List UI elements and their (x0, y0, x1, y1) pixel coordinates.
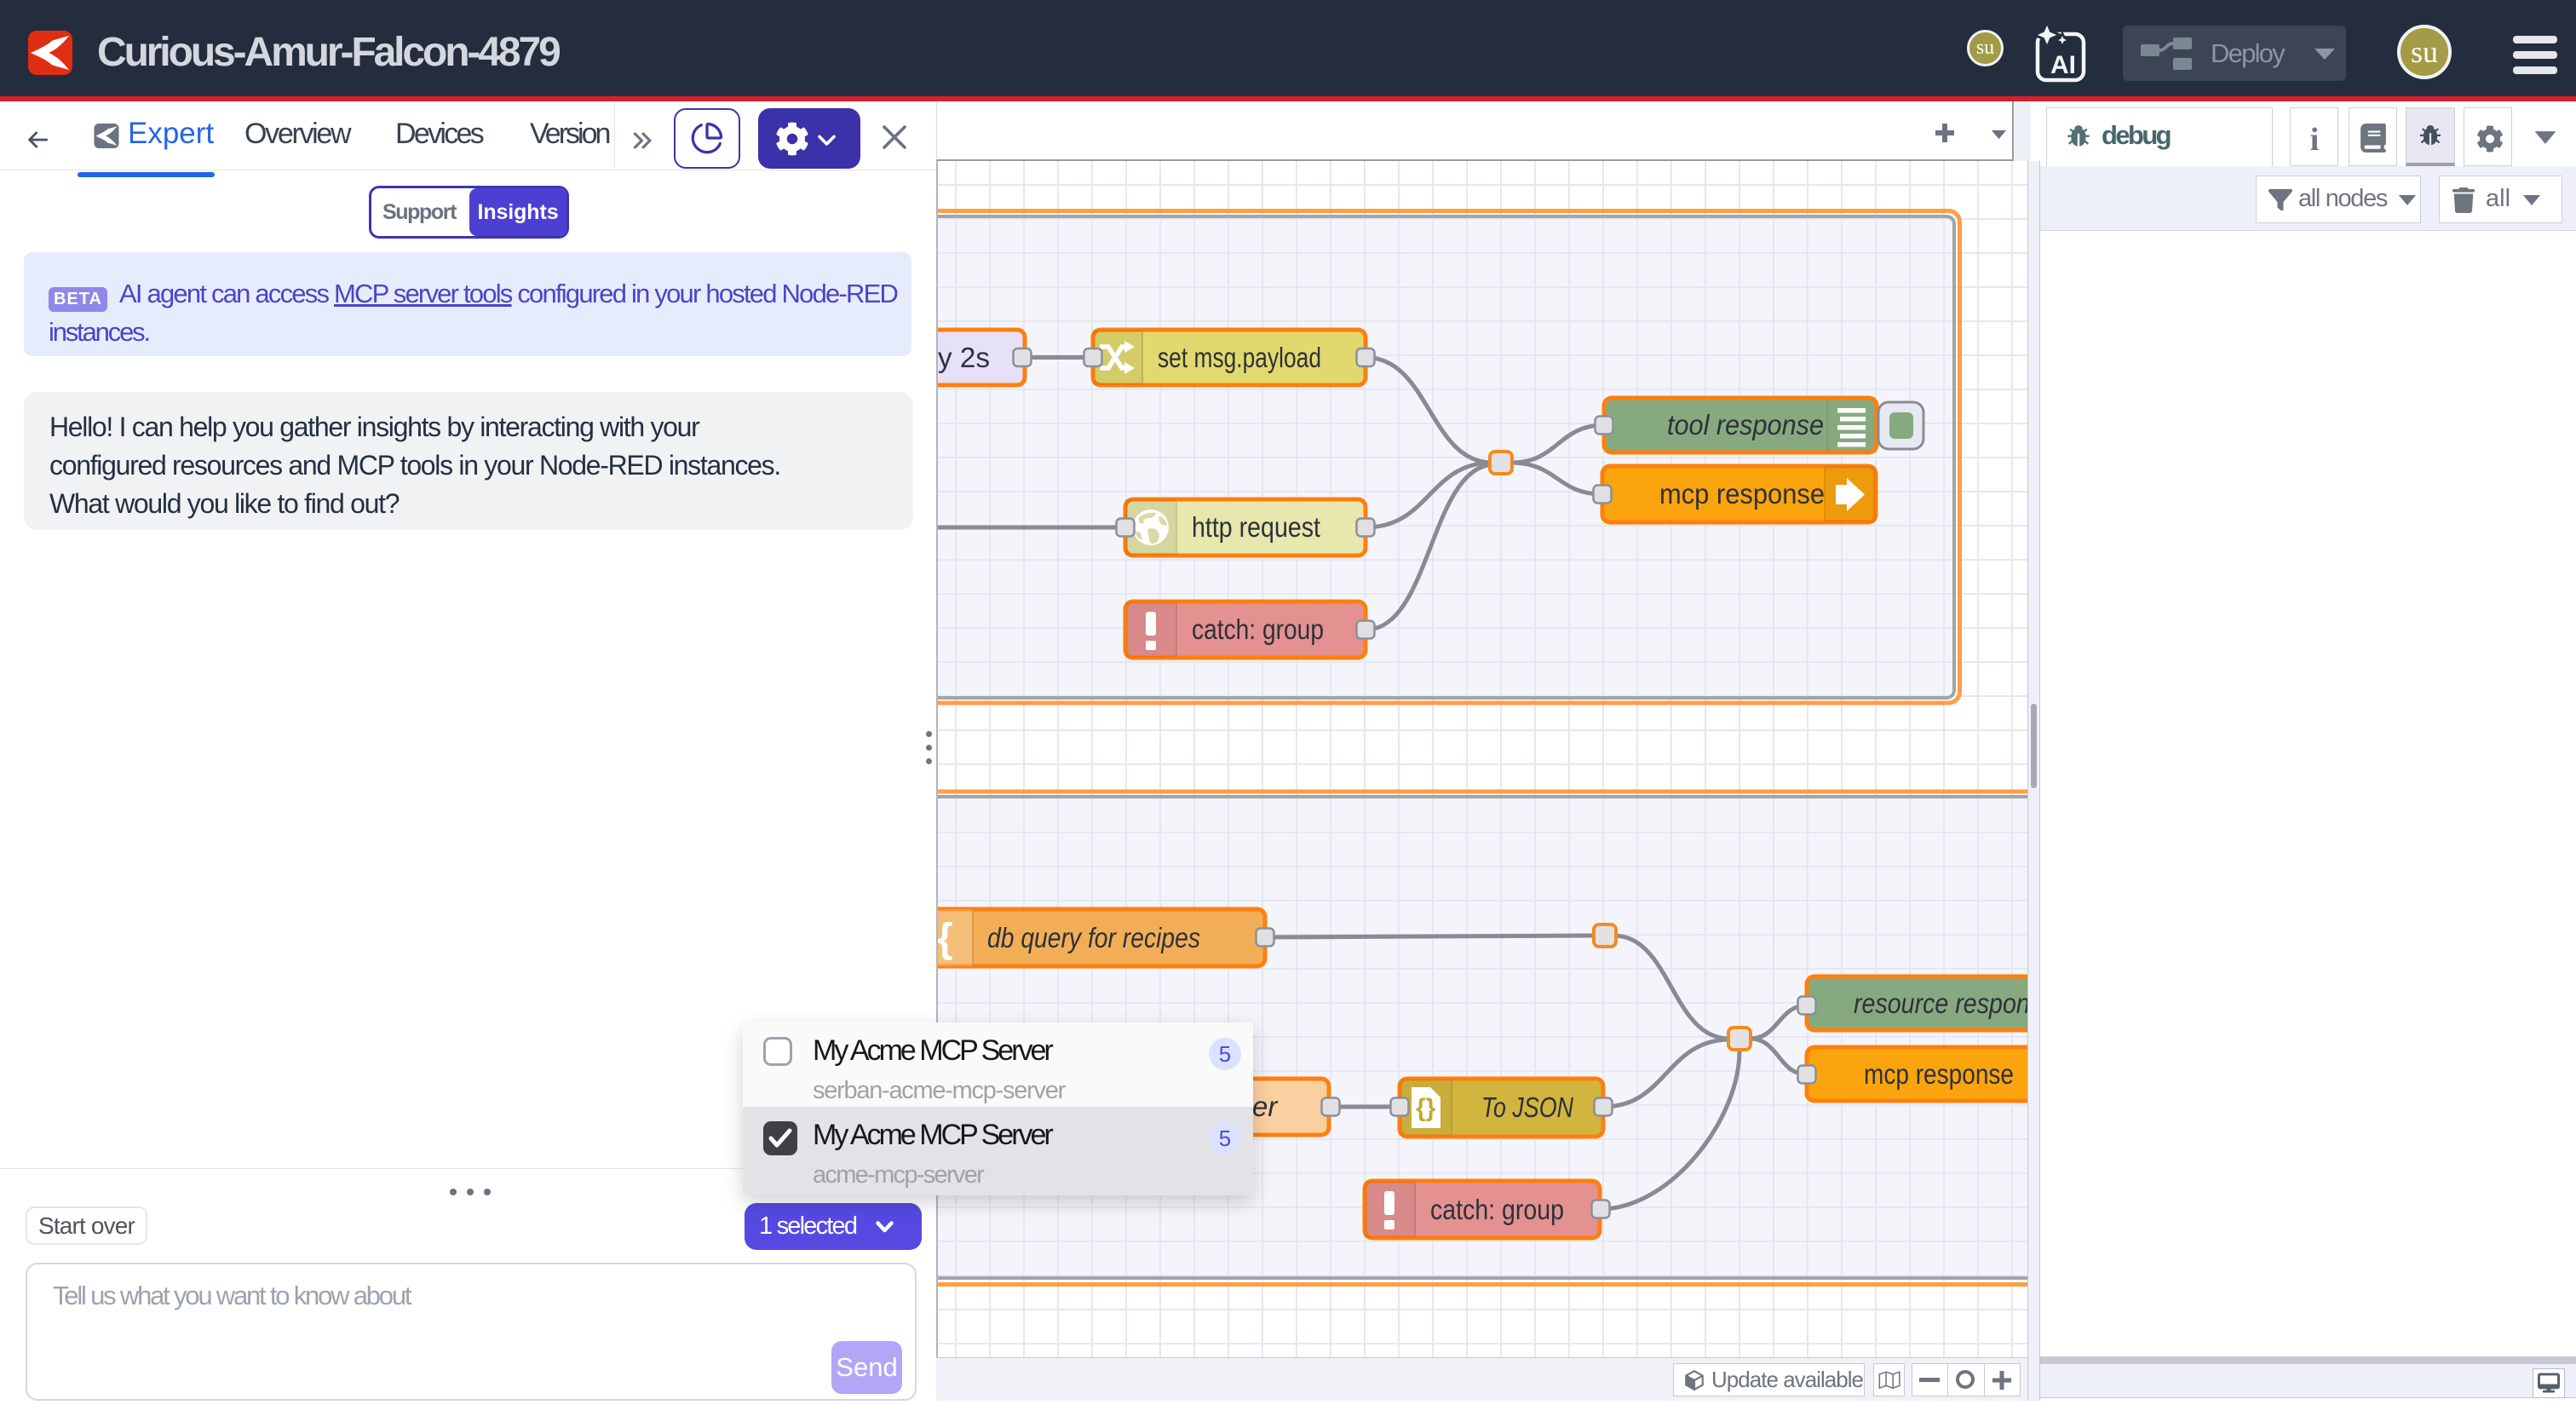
svg-text:catch: group: catch: group (1192, 613, 1324, 645)
svg-text:{}: {} (1416, 1094, 1436, 1122)
svg-text:resource response: resource response (1854, 988, 2029, 1019)
svg-text:er: er (1252, 1091, 1279, 1122)
svg-text:tool response: tool response (1667, 409, 1824, 441)
svg-text:set msg.payload: set msg.payload (1158, 342, 1321, 373)
svg-text:catch: group: catch: group (1430, 1194, 1564, 1225)
svg-text:{: { (938, 916, 953, 961)
svg-text:AI: AI (2050, 51, 2076, 79)
svg-text:To JSON: To JSON (1481, 1091, 1573, 1123)
svg-text:mcp response: mcp response (1864, 1058, 2014, 1090)
svg-text:mcp response: mcp response (1659, 478, 1825, 510)
svg-text:http request: http request (1192, 511, 1320, 543)
svg-text:delay 2s: delay 2s (938, 342, 990, 373)
svg-text:db query for recipes: db query for recipes (987, 922, 1200, 953)
